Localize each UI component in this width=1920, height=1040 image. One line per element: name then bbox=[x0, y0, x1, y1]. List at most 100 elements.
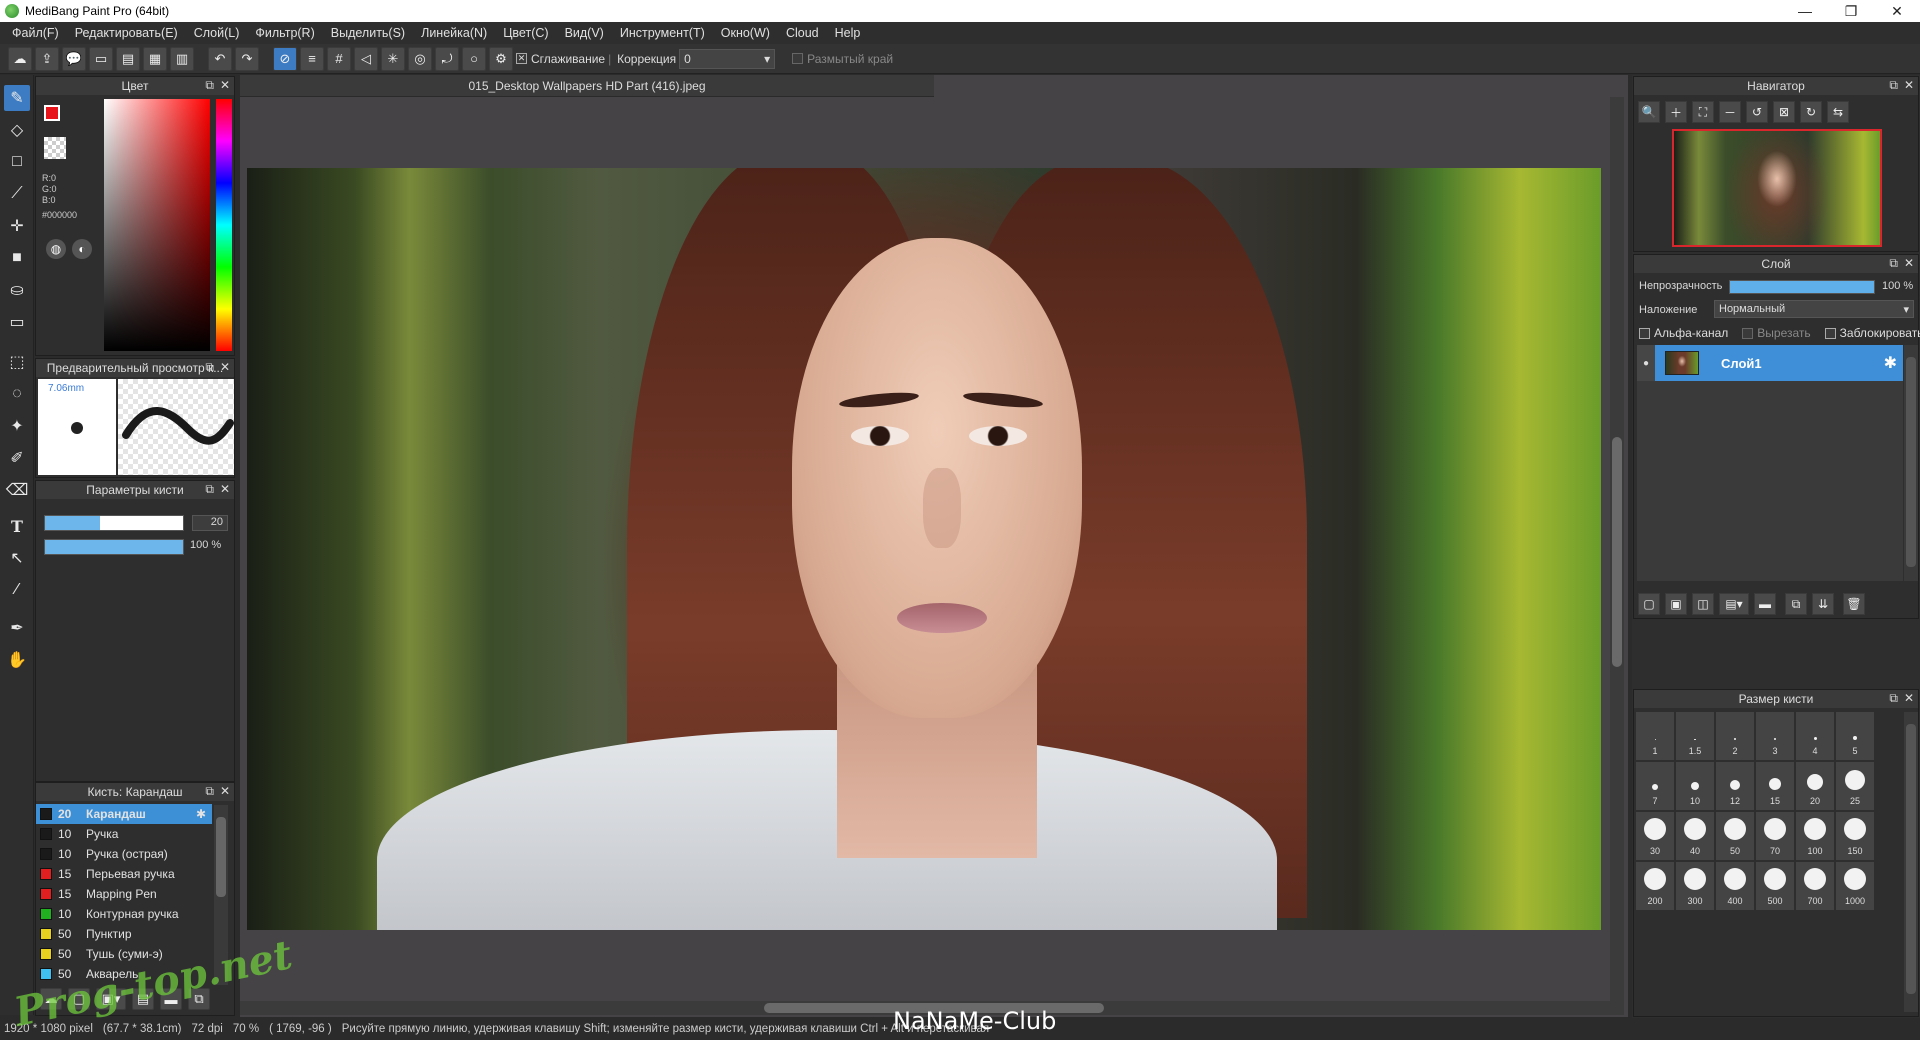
gear-icon[interactable]: ✱ bbox=[196, 807, 206, 821]
brush-size-cell[interactable]: 100 bbox=[1796, 812, 1834, 860]
zoom-reset-icon[interactable]: 🔍 bbox=[1638, 101, 1660, 123]
menu-help[interactable]: Help bbox=[827, 26, 869, 40]
brush-size-cell[interactable]: 2 bbox=[1716, 712, 1754, 760]
select-tool-icon[interactable]: ⬚ bbox=[4, 349, 30, 375]
close-icon[interactable]: ✕ bbox=[1904, 691, 1914, 706]
select-pen-tool-icon[interactable]: ✐ bbox=[4, 445, 30, 471]
select-eraser-tool-icon[interactable]: ⌫ bbox=[4, 477, 30, 503]
fit-screen-icon[interactable]: ⛶ bbox=[1692, 101, 1714, 123]
brush-size-cell[interactable]: 40 bbox=[1676, 812, 1714, 860]
line-tool-icon[interactable]: ⟋ bbox=[4, 181, 30, 207]
duplicate-layer-icon[interactable]: ⧉ bbox=[1785, 593, 1807, 615]
document-tab[interactable]: 015_Desktop Wallpapers HD Part (416).jpe… bbox=[240, 75, 934, 97]
brush-size-cell[interactable]: 7 bbox=[1636, 762, 1674, 810]
vertical-scroll-thumb[interactable] bbox=[1612, 437, 1622, 667]
rotate-right-icon[interactable]: ↻ bbox=[1800, 101, 1822, 123]
canvas-image[interactable] bbox=[247, 168, 1601, 930]
layer-row[interactable]: ● Слой1 ✱ bbox=[1637, 345, 1903, 381]
lock-checkbox[interactable]: Заблокировать bbox=[1824, 326, 1920, 340]
layer-list-scrollbar[interactable] bbox=[1904, 345, 1918, 581]
menu-color[interactable]: Цвет(C) bbox=[495, 26, 556, 40]
move-tool-icon[interactable]: ✛ bbox=[4, 213, 30, 239]
palette-icon[interactable]: ◍ bbox=[46, 239, 66, 259]
foreground-color-swatch[interactable] bbox=[44, 105, 60, 121]
brush-size-cell[interactable]: 1000 bbox=[1836, 862, 1874, 910]
smoothing-check-icon[interactable]: ✕ bbox=[516, 53, 527, 64]
popout-icon[interactable]: ⧉ bbox=[205, 360, 214, 375]
brush-size-cell[interactable]: 400 bbox=[1716, 862, 1754, 910]
brush-list-item[interactable]: 15 Mapping Pen bbox=[36, 884, 212, 904]
operation-tool-icon[interactable]: ↖ bbox=[4, 545, 30, 571]
gradient-tool-icon[interactable]: ▭ bbox=[4, 309, 30, 335]
brush-size-cell[interactable]: 30 bbox=[1636, 812, 1674, 860]
navigator-thumbnail[interactable] bbox=[1672, 129, 1882, 247]
curve-snap-icon[interactable]: ⤾ bbox=[435, 46, 459, 71]
close-icon[interactable]: ✕ bbox=[220, 784, 230, 799]
brush-size-scrollbar[interactable] bbox=[1904, 712, 1918, 1012]
snap-off-icon[interactable]: ⊘ bbox=[273, 46, 297, 71]
brush-list-item[interactable]: 50 Пунктир bbox=[36, 924, 212, 944]
canvas-vertical-scrollbar[interactable] bbox=[1610, 97, 1624, 1001]
palette-swap-icon[interactable]: ◐ bbox=[72, 239, 92, 259]
brush-size-cell[interactable]: 15 bbox=[1756, 762, 1794, 810]
delete-layer-icon[interactable]: 🗑 bbox=[1843, 593, 1865, 615]
brush-list-item[interactable]: 15 Перьевая ручка bbox=[36, 864, 212, 884]
menu-edit[interactable]: Редактировать(E) bbox=[67, 26, 186, 40]
brush-size-cell[interactable]: 150 bbox=[1836, 812, 1874, 860]
lasso-tool-icon[interactable]: ◌ bbox=[4, 381, 30, 407]
new-halftone-layer-icon[interactable]: ▣ bbox=[1665, 593, 1687, 615]
panel-layout-icon[interactable]: ▦ bbox=[143, 46, 167, 71]
brush-opacity-slider[interactable] bbox=[44, 539, 184, 555]
comment-icon[interactable]: 💬 bbox=[62, 46, 86, 71]
bucket-tool-icon[interactable]: ⛀ bbox=[4, 277, 30, 303]
brush-list-item[interactable]: 10 Ручка bbox=[36, 824, 212, 844]
brush-size-cell[interactable]: 700 bbox=[1796, 862, 1834, 910]
close-icon[interactable]: ✕ bbox=[220, 78, 230, 93]
blur-edge-checkbox[interactable]: Размытый край bbox=[792, 52, 893, 66]
brush-size-cell[interactable]: 3 bbox=[1756, 712, 1794, 760]
eyedropper-tool-icon[interactable]: ✒ bbox=[4, 615, 30, 641]
alpha-channel-checkbox[interactable]: Альфа-канал bbox=[1639, 326, 1728, 340]
brush-size-value[interactable]: 20 bbox=[192, 515, 228, 531]
close-icon[interactable]: ✕ bbox=[1904, 78, 1914, 93]
brush-size-cell[interactable]: 70 bbox=[1756, 812, 1794, 860]
brush-list-item[interactable]: 20 Карандаш ✱ bbox=[36, 804, 212, 824]
speech-bubble-icon[interactable]: ▭ bbox=[89, 46, 113, 71]
new-folder-icon[interactable]: ▬ bbox=[1754, 593, 1776, 615]
merge-layer-icon[interactable]: ⇊ bbox=[1812, 593, 1834, 615]
concentric-snap-icon[interactable]: ◎ bbox=[408, 46, 432, 71]
hue-slider[interactable] bbox=[216, 99, 232, 351]
hand-tool-icon[interactable]: ✋ bbox=[4, 647, 30, 673]
close-icon[interactable]: ✕ bbox=[220, 360, 230, 375]
redo-icon[interactable]: ↷ bbox=[235, 46, 259, 71]
brush-size-cell[interactable]: 4 bbox=[1796, 712, 1834, 760]
upload-icon[interactable]: ⇪ bbox=[35, 46, 59, 71]
brush-size-slider[interactable] bbox=[44, 515, 184, 531]
brush-size-cell[interactable]: 25 bbox=[1836, 762, 1874, 810]
gear-icon[interactable]: ✱ bbox=[1884, 353, 1897, 373]
menu-filter[interactable]: Фильтр(R) bbox=[247, 26, 322, 40]
rect-tool-icon[interactable]: □ bbox=[4, 149, 30, 175]
cloud-icon[interactable]: ☁ bbox=[8, 46, 32, 71]
minimize-button[interactable]: — bbox=[1782, 0, 1828, 22]
brush-size-cell[interactable]: 1 bbox=[1636, 712, 1674, 760]
settings-snap-icon[interactable]: ⚙ bbox=[489, 46, 513, 71]
brush-size-cell[interactable]: 300 bbox=[1676, 862, 1714, 910]
menu-layer[interactable]: Слой(L) bbox=[186, 26, 248, 40]
brush-tool-icon[interactable]: ✎ bbox=[4, 85, 30, 111]
grid-snap-icon[interactable]: # bbox=[327, 46, 351, 71]
brush-size-cell[interactable]: 5 bbox=[1836, 712, 1874, 760]
flip-horizontal-icon[interactable]: ⇆ bbox=[1827, 101, 1849, 123]
maximize-button[interactable]: ❐ bbox=[1828, 0, 1874, 22]
close-icon[interactable]: ✕ bbox=[1904, 256, 1914, 271]
popout-icon[interactable]: ⧉ bbox=[205, 78, 214, 93]
parallel-snap-icon[interactable]: ≡ bbox=[300, 46, 324, 71]
transparent-color-swatch[interactable] bbox=[44, 137, 66, 159]
saturation-value-picker[interactable] bbox=[104, 99, 210, 351]
new-8bit-layer-icon[interactable]: ◫ bbox=[1692, 593, 1714, 615]
radial-snap-icon[interactable]: ✳ bbox=[381, 46, 405, 71]
brush-size-cell[interactable]: 200 bbox=[1636, 862, 1674, 910]
close-icon[interactable]: ✕ bbox=[220, 482, 230, 497]
dropper-tool-icon[interactable]: ⁄ bbox=[4, 577, 30, 603]
grid-layout-icon[interactable]: ▥ bbox=[170, 46, 194, 71]
